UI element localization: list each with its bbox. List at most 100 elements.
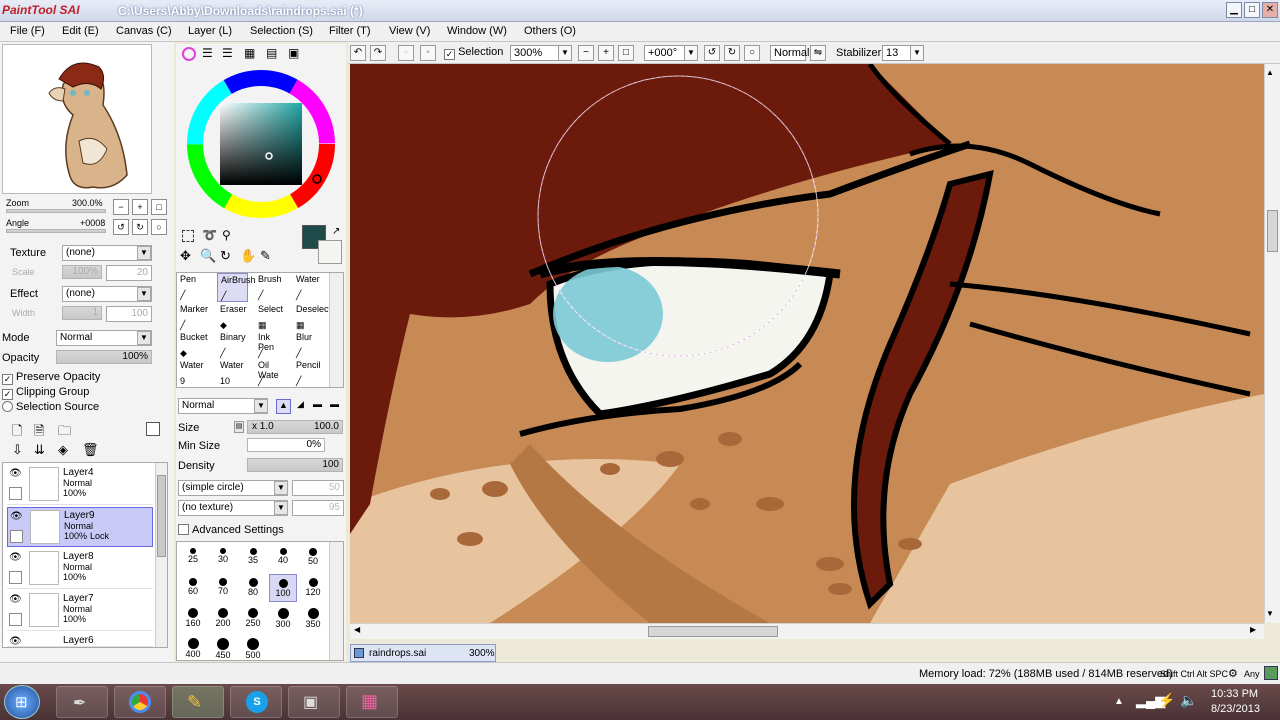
brush-shape-dropdown-arrow[interactable]: ▼ xyxy=(274,481,288,495)
scroll-left-arrow[interactable]: ◀ xyxy=(354,625,360,634)
lasso-icon[interactable]: ➰ xyxy=(202,228,217,242)
eyedropper-icon[interactable]: ✎ xyxy=(260,248,271,264)
zoom-out-toolbar-button[interactable]: − xyxy=(578,45,594,61)
canvas-horizontal-scrollbar[interactable]: ◀ ▶ xyxy=(350,623,1264,639)
lock-icon[interactable] xyxy=(9,571,22,584)
start-button[interactable]: ⊞ xyxy=(4,685,40,719)
layer-row[interactable]: 👁 Layer8 Normal 100% xyxy=(7,549,153,589)
zoom-fit-button[interactable]: □ xyxy=(618,45,634,61)
tip-shape-1-icon[interactable]: ▲ xyxy=(276,399,291,414)
brush-texture-dropdown-arrow[interactable]: ▼ xyxy=(274,501,288,515)
menu-view[interactable]: View (V) xyxy=(389,25,430,37)
navigator-preview[interactable] xyxy=(2,44,152,194)
size-preset[interactable]: 160 xyxy=(179,604,207,632)
rotate-left-button[interactable]: ↺ xyxy=(113,219,129,235)
taskbar-app-chrome[interactable] xyxy=(114,686,166,718)
new-folder-icon[interactable]: 🗀 xyxy=(58,422,71,444)
layer-mask-icon[interactable] xyxy=(146,422,160,436)
swatches-icon[interactable]: ▦ xyxy=(244,46,255,60)
swap-colors-icon[interactable]: ↗ xyxy=(332,226,340,237)
brush-texture-strength[interactable]: 95 xyxy=(292,500,344,516)
move-icon[interactable]: ✥ xyxy=(180,248,191,264)
taskbar-app-tablet[interactable]: ✒ xyxy=(56,686,108,718)
layer-row[interactable]: 👁 Layer4 Normal 100% xyxy=(7,465,153,505)
merge-down-icon[interactable]: ⇊ xyxy=(34,442,45,458)
stabilizer-dropdown-arrow[interactable]: ▼ xyxy=(910,45,924,61)
size-preset[interactable]: 50 xyxy=(299,544,327,572)
size-preset[interactable]: 350 xyxy=(299,604,327,632)
menu-selection[interactable]: Selection (S) xyxy=(250,25,313,37)
rotate-cw-button[interactable]: ↻ xyxy=(724,45,740,61)
redo-button[interactable]: ↷ xyxy=(370,45,386,61)
menu-filter[interactable]: Filter (T) xyxy=(329,25,371,37)
size-presets-scrollbar[interactable] xyxy=(329,542,343,660)
size-preset[interactable]: 40 xyxy=(269,544,297,572)
size-preset[interactable]: 200 xyxy=(209,604,237,632)
secondary-color-swatch[interactable] xyxy=(318,240,342,264)
maximize-button[interactable]: □ xyxy=(1244,2,1260,18)
angle-dropdown-arrow[interactable]: ▼ xyxy=(684,45,698,61)
horizontal-scroll-thumb[interactable] xyxy=(648,626,778,637)
taskbar-app-hypercam[interactable]: ▣ xyxy=(288,686,340,718)
invert-selection-button[interactable]: ▪ xyxy=(420,45,436,61)
tool-select[interactable]: Select ▦ xyxy=(255,303,286,332)
min-size-slider[interactable]: 0% xyxy=(247,438,325,452)
tool-binary[interactable]: Binary ╱ xyxy=(217,331,248,360)
size-preset[interactable]: 35 xyxy=(239,544,267,572)
new-linework-layer-icon[interactable]: 🗎 xyxy=(34,422,44,444)
menu-layer[interactable]: Layer (L) xyxy=(188,25,232,37)
size-preset[interactable]: 60 xyxy=(179,574,207,602)
size-preset[interactable]: 400 xyxy=(179,634,207,662)
eye-icon[interactable]: 👁 xyxy=(9,468,23,480)
vertical-scroll-thumb[interactable] xyxy=(1267,210,1278,252)
tool-water-10[interactable]: Water 10 xyxy=(217,359,248,388)
tool-oil-water[interactable]: Oil Wate ╱ xyxy=(255,359,286,388)
view-blend-select[interactable]: Normal xyxy=(770,45,809,61)
size-multiplier-arrow[interactable]: ▤ xyxy=(234,421,244,433)
tip-shape-3-icon[interactable]: ▬ xyxy=(310,399,325,414)
rotate-ccw-button[interactable]: ↺ xyxy=(704,45,720,61)
scroll-down-arrow[interactable]: ▼ xyxy=(1266,609,1274,618)
menu-edit[interactable]: Edit (E) xyxy=(62,25,99,37)
close-button[interactable]: ✕ xyxy=(1262,2,1278,18)
brush-blend-dropdown-arrow[interactable]: ▼ xyxy=(254,399,268,413)
brush-shape-strength[interactable]: 50 xyxy=(292,480,344,496)
brush-shape-select[interactable]: (simple circle) xyxy=(178,480,288,496)
zoom-in-button[interactable]: + xyxy=(132,199,148,215)
canvas-vertical-scrollbar[interactable]: ▲ ▼ xyxy=(1264,64,1280,623)
tool-ink-pen[interactable]: Ink Pen ╱ xyxy=(255,331,286,360)
delete-layer-icon[interactable]: 🗑 xyxy=(82,442,99,458)
layer-row[interactable]: 👁 Layer6 xyxy=(7,633,153,647)
undo-button[interactable]: ↶ xyxy=(350,45,366,61)
size-preset[interactable]: 30 xyxy=(209,544,237,572)
layer-opacity-slider[interactable]: 100% xyxy=(56,350,152,364)
eye-icon[interactable]: 👁 xyxy=(9,636,23,646)
rect-select-icon[interactable] xyxy=(182,230,194,242)
tool-airbrush[interactable]: AirBrush ╱ xyxy=(217,273,256,302)
zoom-icon[interactable]: 🔍 xyxy=(200,248,216,264)
texture-scale-number[interactable]: 20 xyxy=(106,265,152,281)
color-wheel-mode-icon[interactable] xyxy=(182,47,196,61)
menu-canvas[interactable]: Canvas (C) xyxy=(116,25,172,37)
tip-shape-2-icon[interactable]: ◢ xyxy=(293,399,308,414)
size-preset[interactable]: 25 xyxy=(179,544,207,572)
document-tab[interactable]: raindrops.sai 300% xyxy=(350,644,496,662)
show-hidden-icons-icon[interactable]: ▲ xyxy=(1114,696,1124,707)
size-preset[interactable]: 250 xyxy=(239,604,267,632)
size-preset[interactable]: 80 xyxy=(239,574,267,602)
new-layer-icon[interactable]: 🗋 xyxy=(12,422,22,444)
tool-grid-scrollbar[interactable] xyxy=(329,273,343,387)
size-preset[interactable]: 500 xyxy=(239,634,267,662)
texture-scale-slider[interactable]: 100% xyxy=(62,265,102,279)
preserve-opacity-checkbox[interactable]: ✓ Preserve Opacity xyxy=(2,371,100,385)
size-preset[interactable]: 450 xyxy=(209,634,237,662)
tool-brush[interactable]: Brush ╱ xyxy=(255,273,286,302)
flip-horizontal-button[interactable]: ⇋ xyxy=(810,45,826,61)
tool-bucket[interactable]: Bucket ◆ xyxy=(177,331,208,360)
size-preset-selected[interactable]: 100 xyxy=(269,574,297,602)
color-wheel[interactable] xyxy=(183,66,339,222)
rgb-slider-icon[interactable]: ☰ xyxy=(202,46,213,60)
scroll-right-arrow[interactable]: ▶ xyxy=(1250,625,1256,634)
clear-layer-icon[interactable]: ◈ xyxy=(58,442,68,458)
transfer-down-icon[interactable]: ⇩ xyxy=(12,442,23,458)
